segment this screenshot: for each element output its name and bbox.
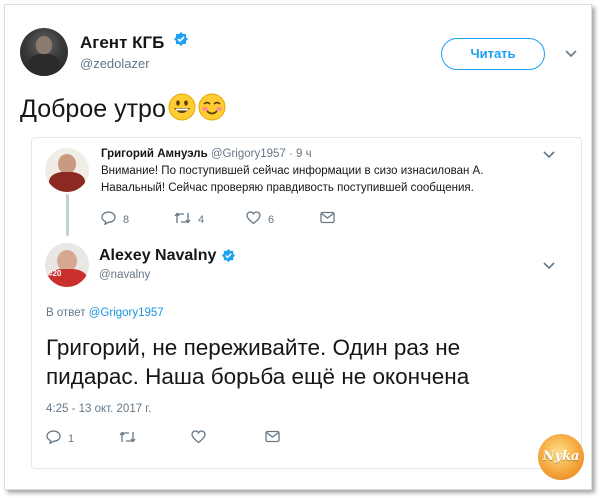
author-handle[interactable]: @zedolazer	[80, 56, 150, 71]
reply-author-handle[interactable]: @navalny	[99, 269, 150, 281]
quoted-author-name[interactable]: Григорий Амнуэль	[101, 148, 208, 160]
quoted-tweet-text-line: Внимание! По поступившей сейчас информац…	[101, 165, 484, 177]
quoted-tweet-text: Внимание! По поступившей сейчас информац…	[101, 163, 521, 197]
quoted-tweet-actions: 8 4 6	[101, 211, 361, 227]
blushing-emoji-icon	[198, 93, 226, 128]
reply-prefix: В ответ	[46, 307, 86, 319]
retweet-action[interactable]: 4	[174, 211, 204, 228]
watermark-logo: Nyka	[538, 434, 584, 480]
reply-icon	[101, 211, 116, 228]
avatar-badge: #20	[48, 269, 62, 278]
like-icon	[246, 211, 261, 228]
retweet-action[interactable]	[119, 430, 136, 447]
verified-badge-icon	[173, 31, 189, 52]
message-icon	[265, 430, 280, 446]
chevron-down-icon[interactable]	[541, 147, 557, 163]
reply-action[interactable]: 1	[46, 430, 74, 447]
tweet-text: Доброе утро	[20, 93, 226, 128]
message-icon	[320, 211, 335, 227]
reply-tweet-text-line: пидарас. Наша борьба ещё не окончена	[46, 364, 470, 389]
follow-button[interactable]: Читать	[441, 38, 545, 70]
chevron-down-icon[interactable]	[541, 258, 557, 274]
tweet-text-content: Доброе утро	[20, 95, 166, 123]
reply-context: В ответ @Grigory1957	[46, 307, 164, 319]
quoted-author-handle[interactable]: @Grigory1957	[211, 148, 286, 160]
message-action[interactable]	[265, 430, 280, 446]
reply-count: 1	[68, 432, 75, 445]
retweet-count: 4	[198, 213, 205, 226]
reply-action[interactable]: 8	[101, 211, 129, 228]
quoted-author-avatar[interactable]	[45, 148, 89, 192]
reply-icon	[46, 430, 61, 447]
reply-author-avatar[interactable]: #20	[45, 243, 89, 287]
author-name[interactable]: Агент КГБ	[80, 33, 164, 53]
quoted-tweet-meta: Григорий Амнуэль @Grigory1957 · 9 ч	[101, 148, 312, 160]
like-icon	[191, 430, 206, 447]
reply-to-handle-link[interactable]: @Grigory1957	[89, 307, 164, 319]
verified-badge-icon	[221, 248, 236, 268]
reply-tweet-actions: 1	[46, 430, 306, 446]
reply-tweet-text: Григорий, не переживайте. Один раз не пи…	[46, 333, 546, 391]
like-action[interactable]: 6	[246, 211, 274, 228]
like-action[interactable]	[191, 430, 206, 447]
retweet-icon	[119, 430, 136, 447]
reply-author-name[interactable]: Alexey Navalny	[99, 247, 216, 265]
reply-count: 8	[123, 213, 130, 226]
reply-tweet-text-line: Григорий, не переживайте. Один раз не	[46, 335, 461, 360]
thread-connector	[66, 194, 69, 236]
retweet-icon	[174, 211, 191, 228]
grinning-emoji-icon	[168, 93, 196, 128]
reply-tweet-timestamp[interactable]: 4:25 - 13 окт. 2017 г.	[46, 403, 151, 415]
quoted-tweet-time[interactable]: · 9 ч	[289, 148, 312, 160]
like-count: 6	[268, 213, 275, 226]
author-avatar[interactable]	[20, 28, 68, 76]
chevron-down-icon[interactable]	[563, 46, 579, 62]
message-action[interactable]	[320, 211, 335, 227]
quoted-tweet-text-line: Навальный! Сейчас проверяю правдивость п…	[101, 182, 474, 194]
